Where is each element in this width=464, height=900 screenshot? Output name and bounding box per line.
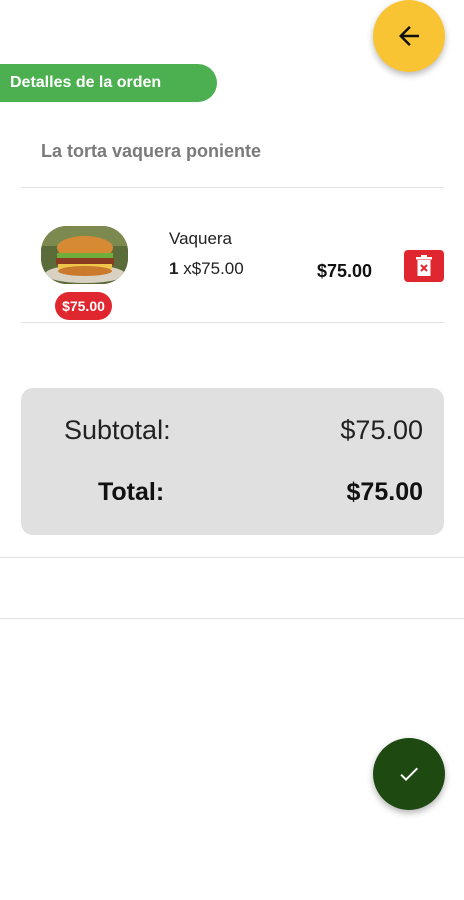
back-button[interactable] bbox=[373, 0, 445, 72]
product-image bbox=[41, 226, 128, 284]
total-label: Total: bbox=[98, 478, 165, 506]
confirm-order-button[interactable] bbox=[373, 738, 445, 810]
total-value: $75.00 bbox=[346, 478, 423, 506]
item-quantity: 1 bbox=[169, 259, 179, 278]
burger-photo bbox=[41, 226, 128, 284]
store-name: La torta vaquera poniente bbox=[41, 141, 262, 161]
item-unit-price: x$75.00 bbox=[183, 259, 244, 278]
divider bbox=[0, 618, 464, 619]
subtotal-value: $75.00 bbox=[340, 415, 423, 445]
item-name: Vaquera bbox=[169, 229, 233, 248]
check-icon bbox=[400, 767, 418, 781]
trash-icon bbox=[416, 255, 432, 276]
price-badge: $75.00 bbox=[55, 292, 112, 320]
item-total: $75.00 bbox=[317, 261, 373, 281]
divider bbox=[21, 322, 444, 323]
order-details-badge: Detalles de la orden bbox=[0, 64, 217, 102]
arrow-left-icon bbox=[399, 26, 419, 46]
item-quantity-line: 1 x$75.00 bbox=[169, 259, 244, 279]
divider bbox=[21, 187, 444, 188]
delete-item-button[interactable] bbox=[404, 250, 444, 282]
totals-card: Subtotal: $75.00 Total: $75.00 bbox=[21, 388, 444, 535]
subtotal-label: Subtotal: bbox=[64, 415, 171, 445]
divider bbox=[0, 557, 464, 558]
